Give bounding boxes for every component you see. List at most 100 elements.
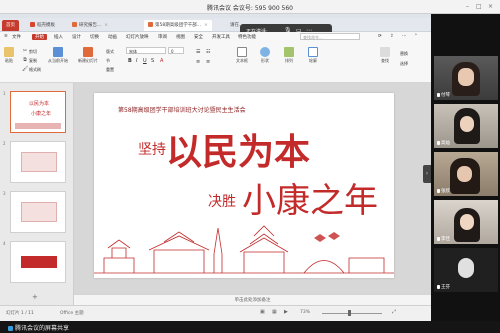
- slide-thumbnail[interactable]: [10, 241, 66, 283]
- play-slideshow-icon[interactable]: ▶: [284, 309, 288, 315]
- close-tab-icon[interactable]: ×: [104, 23, 108, 28]
- arrange-button[interactable]: 排列: [284, 47, 294, 64]
- fit-icon[interactable]: ⤢: [392, 309, 396, 315]
- thumb-number: 3: [3, 191, 6, 196]
- menu-developer[interactable]: 开发工具: [212, 34, 230, 40]
- notes-bar[interactable]: 单击此处添加备注: [74, 294, 431, 305]
- replace-button[interactable]: 替换: [400, 51, 408, 57]
- paste-button[interactable]: 粘贴: [4, 47, 14, 64]
- start-from-current-button[interactable]: 从当前开始: [48, 47, 68, 64]
- bullets-icon[interactable]: ☰: [196, 49, 200, 55]
- wps-tab-bar: 首页 稻壳模板 研究报告... × 第58期高级团学干部... × 请在...: [0, 18, 431, 32]
- participant-video[interactable]: 李佳: [434, 200, 498, 244]
- menu-features[interactable]: 特色功能: [238, 34, 256, 40]
- theme-name: Office 主题: [60, 311, 84, 316]
- mic-icon: [437, 236, 440, 241]
- participant-video[interactable]: 高灿: [434, 104, 498, 148]
- menu-start[interactable]: 开始: [32, 34, 47, 40]
- shape-button[interactable]: 形状: [260, 47, 270, 64]
- zoom-slider[interactable]: [322, 313, 382, 314]
- slide-line2-small: 决胜: [208, 194, 236, 210]
- italic-icon[interactable]: I: [136, 58, 137, 64]
- text-box-button[interactable]: 文本框: [236, 47, 248, 64]
- layout-button[interactable]: 版式: [106, 49, 114, 55]
- person-face: [460, 116, 474, 132]
- format-painter-label[interactable]: 格式刷: [29, 67, 41, 73]
- underline-icon[interactable]: U: [143, 58, 147, 64]
- outline-label: 轮廓: [309, 58, 317, 63]
- thumb-number: 4: [3, 241, 6, 246]
- participants-panel: 付琴 高灿 张欣 李佳 王芬: [431, 14, 500, 321]
- numbering-icon[interactable]: ☷: [206, 49, 210, 55]
- close-tab-icon[interactable]: ×: [204, 23, 208, 28]
- menu-animation[interactable]: 动画: [108, 34, 117, 40]
- participant-name: 李佳: [437, 236, 450, 242]
- tab-active-presentation[interactable]: 第58期高级团学干部... ×: [144, 20, 212, 31]
- font-name-select[interactable]: 宋体: [126, 47, 166, 54]
- sorter-view-icon[interactable]: ▦: [272, 309, 277, 315]
- copy-icon[interactable]: ⧉: [22, 57, 28, 63]
- more-icon[interactable]: ⋯: [402, 34, 407, 39]
- slide-thumbnail[interactable]: [10, 191, 66, 233]
- find-button[interactable]: 查找: [380, 47, 390, 64]
- reset-button[interactable]: 重置: [106, 67, 114, 73]
- slide-thumbnail[interactable]: 以民为本 小康之年: [10, 91, 66, 133]
- bold-icon[interactable]: B: [128, 58, 132, 64]
- meeting-title: 腾讯会议 会议号: 595 900 560: [206, 5, 293, 12]
- current-slide[interactable]: 第58期高级团学干部培训班大讨论暨民主生活会 坚持 以民为本 决胜 小康之年: [94, 93, 394, 278]
- thumb-line2: 小康之年: [31, 111, 52, 117]
- menu-file[interactable]: 文件: [12, 34, 21, 40]
- participant-video[interactable]: 王芬: [434, 248, 498, 292]
- cut-icon[interactable]: ✂: [22, 48, 28, 54]
- cut-label[interactable]: 剪切: [29, 49, 37, 55]
- home-tab[interactable]: 首页: [2, 20, 19, 31]
- paste-label: 粘贴: [5, 58, 13, 63]
- participant-video[interactable]: 付琴: [434, 56, 498, 100]
- menu-transition[interactable]: 切换: [90, 34, 99, 40]
- zoom-slider-thumb[interactable]: [348, 310, 351, 316]
- collapse-panel-button[interactable]: ›: [423, 165, 431, 183]
- new-slide-button[interactable]: 新建幻灯片: [78, 47, 98, 64]
- zoom-level: 73%: [300, 310, 311, 315]
- screen-share-label: 腾讯会议的屏幕共享: [8, 323, 69, 332]
- menu-view[interactable]: 视图: [176, 34, 185, 40]
- format-painter-icon[interactable]: 🖌: [22, 66, 28, 72]
- section-button[interactable]: 节: [106, 58, 110, 64]
- participant-video[interactable]: 张欣: [434, 152, 498, 196]
- close-icon[interactable]: ×: [488, 3, 493, 10]
- align-center-icon[interactable]: ≡: [206, 59, 210, 65]
- add-slide-icon[interactable]: +: [32, 293, 38, 301]
- slide-line1-big: 以民为本: [166, 131, 311, 173]
- thumb-number: 1: [3, 91, 6, 96]
- normal-view-icon[interactable]: ▣: [260, 309, 265, 315]
- person-face: [457, 166, 472, 182]
- sync-icon[interactable]: ⟳: [378, 34, 382, 39]
- share-icon[interactable]: ⇪: [390, 34, 394, 39]
- slide-line1-small: 坚持: [138, 142, 166, 158]
- outline-button[interactable]: 轮廓: [308, 47, 318, 64]
- thumb-content: [21, 152, 57, 172]
- select-button[interactable]: 选择: [400, 61, 408, 67]
- minimize-icon[interactable]: –: [466, 3, 469, 10]
- hamburger-icon[interactable]: ≡: [4, 34, 8, 39]
- tab-daoke[interactable]: 稻壳模板: [26, 20, 59, 31]
- align-left-icon[interactable]: ≡: [196, 59, 200, 65]
- maximize-icon[interactable]: □: [476, 3, 482, 10]
- font-color-icon[interactable]: A: [160, 58, 163, 64]
- copy-label[interactable]: 复制: [29, 58, 37, 64]
- collapse-ribbon-icon[interactable]: ⌃: [414, 34, 418, 39]
- strikethrough-icon[interactable]: S: [151, 58, 154, 64]
- tab-report[interactable]: 研究报告... ×: [68, 20, 112, 31]
- menu-review[interactable]: 审阅: [158, 34, 167, 40]
- menu-security[interactable]: 安全: [194, 34, 203, 40]
- menu-design[interactable]: 设计: [72, 34, 81, 40]
- text-box-icon: [237, 47, 247, 57]
- command-search-input[interactable]: 查找命令...: [300, 33, 360, 40]
- menu-slideshow[interactable]: 幻灯片放映: [126, 34, 149, 40]
- font-size-select[interactable]: 0: [168, 47, 184, 54]
- slide-thumbnail[interactable]: [10, 141, 66, 183]
- find-label: 查找: [381, 58, 389, 63]
- new-slide-icon: [83, 47, 93, 57]
- menu-insert[interactable]: 插入: [54, 34, 63, 40]
- thumb-line1: 以民为本: [29, 101, 50, 107]
